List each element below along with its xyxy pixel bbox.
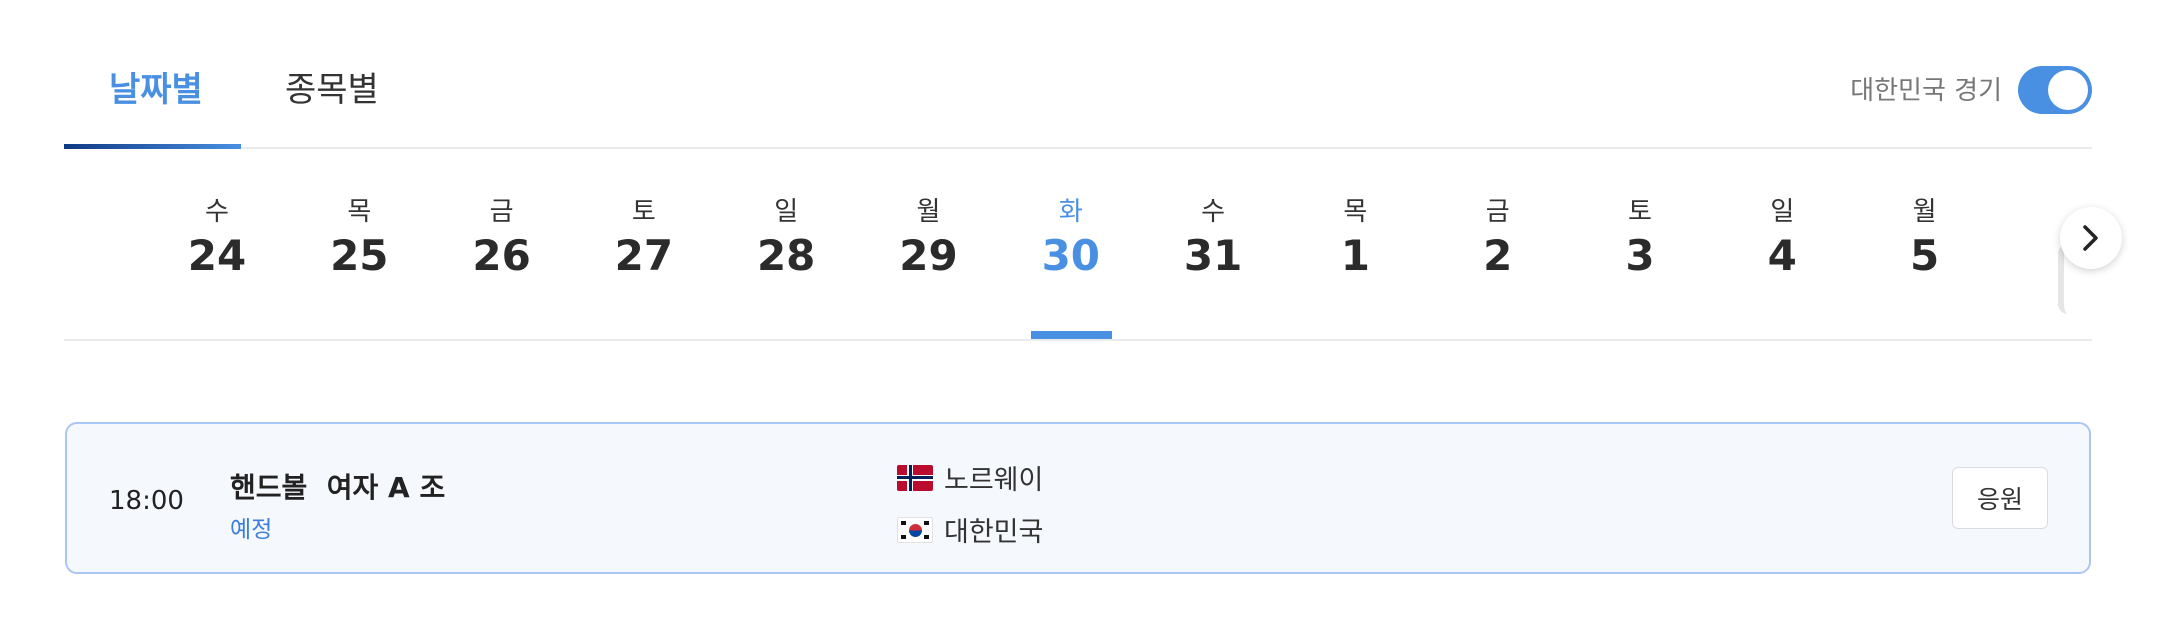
day-number: 26: [472, 231, 531, 280]
next-dates-button[interactable]: [2060, 207, 2122, 269]
team-korea: 대한민국: [897, 510, 1043, 549]
toggle-knob: [2048, 70, 2088, 110]
date-item[interactable]: 일4: [1722, 196, 1842, 282]
tab-bar: 날짜별 종목별 대한민국 경기: [64, 0, 2092, 149]
korea-flag-icon: [897, 516, 933, 543]
day-number: 30: [1041, 231, 1101, 280]
day-of-week: 수: [1201, 197, 1226, 227]
cheer-button[interactable]: 응원: [1952, 467, 2048, 529]
day-of-week: 토: [631, 197, 656, 227]
date-item[interactable]: 수 31: [1153, 196, 1273, 282]
day-of-week: 목: [347, 197, 372, 227]
korea-matches-label: 대한민국 경기: [1850, 76, 2002, 106]
date-item[interactable]: 일 28: [726, 196, 846, 282]
day-of-week: 토: [1628, 197, 1652, 227]
day-of-week: 금: [489, 197, 514, 227]
day-number: 5: [1909, 231, 1940, 280]
match-title: 핸드볼 여자 A 조: [230, 471, 446, 504]
tab-by-date[interactable]: 날짜별: [109, 68, 203, 112]
day-of-week: 월: [1912, 197, 1937, 227]
day-number: 24: [187, 231, 247, 280]
date-item[interactable]: 토3: [1580, 196, 1700, 282]
date-item[interactable]: 월 29: [869, 196, 989, 282]
date-item[interactable]: 화 30: [1011, 196, 1131, 282]
date-item[interactable]: 수 24: [157, 196, 277, 282]
tab-by-sport[interactable]: 종목별: [285, 68, 379, 112]
match-card[interactable]: 18:00 핸드볼 여자 A 조 예정 노르웨이 대한민국 응원: [65, 422, 2091, 574]
day-of-week: 월: [916, 197, 941, 227]
match-time: 18:00: [109, 486, 184, 516]
team-norway: 노르웨이: [897, 458, 1043, 497]
day-number: 29: [899, 231, 958, 280]
day-of-week: 수: [205, 197, 229, 227]
day-of-week: 화: [1058, 197, 1083, 227]
day-number: 25: [330, 231, 389, 280]
day-of-week: 일: [774, 197, 799, 227]
day-number: 4: [1767, 231, 1797, 280]
day-number: 1: [1340, 231, 1370, 280]
day-number: 3: [1625, 231, 1655, 280]
korea-matches-toggle[interactable]: [2018, 66, 2092, 114]
day-of-week: 목: [1343, 197, 1368, 227]
date-item[interactable]: 금 26: [442, 196, 562, 282]
selected-date-indicator: [1030, 331, 1112, 339]
day-number: 31: [1183, 231, 1243, 280]
chevron-right-icon: [2083, 225, 2098, 251]
date-item[interactable]: 목1: [1295, 196, 1415, 282]
date-item[interactable]: 목 25: [299, 196, 419, 282]
team-name: 노르웨이: [944, 465, 1044, 496]
date-strip: 수 24 목 25 금 26 토 27 일 28 월 29 화 30 수 31 목 1 금 2 토 3 일 4 월 5: [64, 148, 2092, 341]
date-item[interactable]: 토 27: [584, 196, 704, 282]
day-number: 2: [1483, 231, 1513, 280]
day-of-week: 일: [1770, 197, 1795, 227]
date-item[interactable]: 금2: [1438, 196, 1558, 282]
day-number: 27: [614, 231, 674, 280]
norway-flag-icon: [897, 464, 933, 491]
team-name: 대한민국: [944, 517, 1044, 548]
date-item[interactable]: 월5: [1865, 196, 1985, 282]
match-status: 예정: [230, 517, 273, 543]
day-of-week: 금: [1485, 197, 1510, 227]
day-number: 28: [756, 231, 816, 280]
